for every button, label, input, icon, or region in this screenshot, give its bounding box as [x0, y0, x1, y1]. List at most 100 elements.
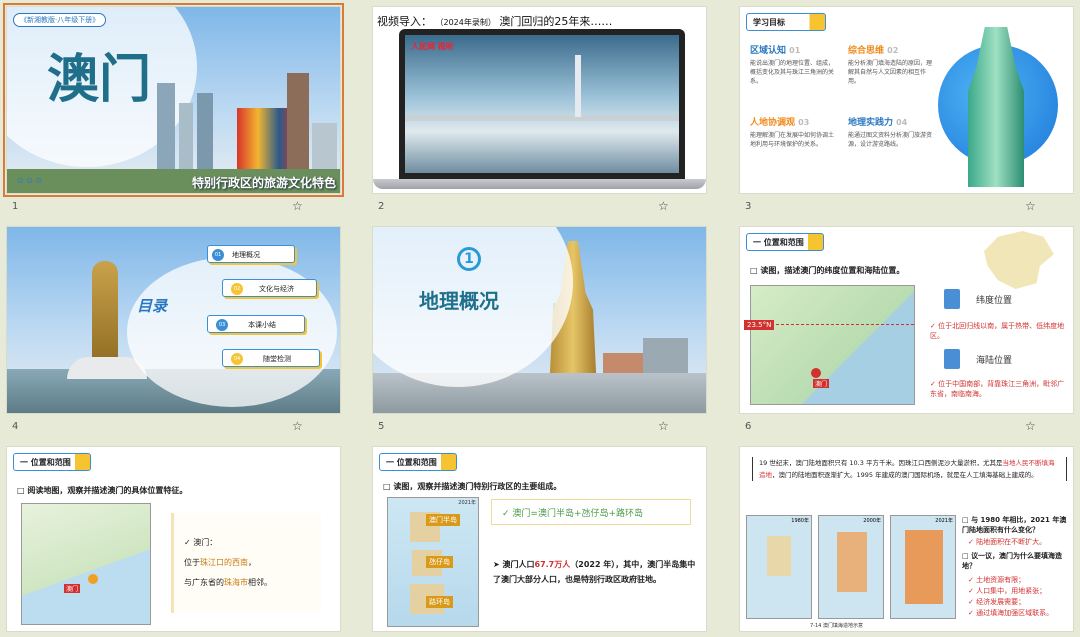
- video-title-label: 视频导入：: [377, 15, 432, 28]
- latitude-answer: ✓ 位于北回归线以南，属于热带、低纬度地区。: [930, 322, 1065, 340]
- toc-item-number: 02: [231, 283, 243, 295]
- latitude-label: 23.5°N: [744, 320, 775, 330]
- pager-dots: ⊙ ⊙ ⊙: [17, 176, 43, 185]
- slide-number: 3: [745, 201, 752, 212]
- goal-item: 地理实践力 04 能通过图文资料分析澳门旅游资源，设计游览路线。: [848, 115, 936, 149]
- toc-item-label: 地理概况: [232, 251, 260, 259]
- slide-thumbnail-7[interactable]: 一 位置和范围 □ 阅读地图，观察并描述澳门的具体位置特征。 澳门 ✓ 澳门： …: [6, 446, 341, 632]
- map-2021: 2021年: [890, 515, 956, 619]
- formula-text: 澳门=澳门半岛+氹仔岛+路环岛: [512, 509, 644, 519]
- map-year: 2021年: [458, 500, 476, 506]
- slide-thumbnail-6[interactable]: 一 位置和范围 □ 读图，描述澳门的纬度位置和海陆位置。 澳门 23.5°N 纬…: [739, 226, 1074, 414]
- slide-thumbnail-1[interactable]: 《新湘教版·八年级下册》 澳门 特别行政区的旅游文化特色 ⊙ ⊙ ⊙: [3, 3, 344, 197]
- question-label: 读图，描述澳门的纬度位置和海陆位置。: [760, 266, 905, 275]
- slide-thumbnail-2[interactable]: 视频导入： （2024年录制） 澳门回归的25年来…… 人民网 视听: [372, 6, 707, 194]
- sea-land-text: 位于中国南部，背靠珠江三角洲，毗邻广东省，南临南海。: [930, 380, 1065, 398]
- answer-heading: 澳门：: [193, 538, 218, 547]
- location-map: 澳门: [21, 503, 151, 625]
- land-shape: [837, 532, 867, 592]
- slide-thumbnail-4[interactable]: 目录 01 地理概况 02 文化与经济 03 本课小结 04 随堂检测: [6, 226, 341, 414]
- location-pin-icon: [88, 574, 98, 584]
- goal-title: 综合思维: [848, 46, 885, 56]
- toc-item[interactable]: 02 文化与经济: [222, 279, 317, 297]
- goal-text: 能说出澳门的地理位置、组成，概括变化及其与珠江三角洲的关系。: [750, 60, 835, 85]
- goal-number: 03: [798, 118, 810, 127]
- slide-number: 2: [378, 201, 385, 212]
- star-icon[interactable]: ☆: [658, 419, 669, 433]
- intro-text: ，澳门的陆地面积逐渐扩大。1995 年建成的澳门国际机场，就是在人工填海基础上建…: [772, 471, 1038, 479]
- answer-text: 与广东省的: [184, 578, 224, 587]
- star-icon[interactable]: ☆: [292, 199, 303, 213]
- population-label: 澳门人口: [502, 560, 535, 569]
- goal-title: 区域认知: [750, 46, 787, 56]
- slide-title: 澳门: [47, 49, 152, 110]
- question-label: 与 1980 年相比，2021 年澳门陆地面积有什么变化？: [962, 516, 1067, 534]
- answer-text: 相邻。: [248, 578, 272, 587]
- map-year: 2000年: [863, 518, 881, 524]
- slide-number: 5: [378, 421, 385, 432]
- answer-text: 陆地面积在不断扩大。: [976, 538, 1047, 546]
- answer-item: 经济发展需要；: [976, 598, 1026, 606]
- question-label: 议一议，澳门为什么要填海造地？: [962, 552, 1063, 570]
- toc-title: 目录: [137, 297, 168, 315]
- video-year: （2024年录制）: [435, 18, 496, 27]
- slide-thumbnail-8[interactable]: 一 位置和范围 □ 读图，观察并描述澳门特别行政区的主要组成。 2021年 澳门…: [372, 446, 707, 632]
- intro-paragraph: 19 世纪末，澳门陆地面积只有 10.3 平方千米。因珠江口西侧泥沙大量淤积，尤…: [752, 457, 1067, 481]
- goal-text: 能通过图文资料分析澳门旅游资源，设计游览路线。: [848, 132, 933, 148]
- laptop-base: [373, 179, 706, 189]
- answer-item: 人口集中，用地紧张；: [976, 587, 1047, 595]
- star-icon[interactable]: ☆: [1025, 199, 1036, 213]
- q2: □ 议一议，澳门为什么要填海造地？: [962, 552, 1063, 570]
- toc-item[interactable]: 01 地理概况: [207, 245, 295, 263]
- toc-item-label: 文化与经济: [259, 285, 294, 293]
- answer-highlight: 珠江口的西南: [200, 558, 248, 567]
- question-text: □ 读图，描述澳门的纬度位置和海陆位置。: [750, 266, 905, 275]
- slide-thumbnail-9[interactable]: 19 世纪末，澳门陆地面积只有 10.3 平方千米。因珠江口西侧泥沙大量淤积，尤…: [739, 446, 1074, 632]
- goal-number: 04: [896, 118, 908, 127]
- land-shape: [905, 530, 943, 604]
- question-text: □ 读图，观察并描述澳门特别行政区的主要组成。: [383, 482, 562, 491]
- intro-text: 19 世纪末，澳门陆地面积只有 10.3 平方千米。因珠江口西侧泥沙大量淤积，尤…: [759, 459, 1003, 467]
- land-shape: [767, 536, 791, 576]
- latitude-heading: 纬度位置: [976, 296, 1013, 306]
- star-icon[interactable]: ☆: [1025, 419, 1036, 433]
- toc-item-label: 本课小结: [248, 321, 276, 329]
- section-title: 地理概况: [419, 289, 499, 313]
- map-label: 澳门: [64, 584, 81, 593]
- tropic-line: [751, 324, 914, 325]
- formula-box: ✓ 澳门=澳门半岛+氹仔岛+路环岛: [491, 499, 691, 525]
- goals-list: 区域认知 01 能说出澳门的地理位置、组成，概括变化及其与珠江三角洲的关系。 综…: [750, 43, 932, 183]
- textbook-tag: 《新湘教版·八年级下册》: [13, 13, 107, 27]
- slide-thumbnail-5[interactable]: 1 地理概况: [372, 226, 707, 414]
- answer-text: 位于: [184, 558, 200, 567]
- logo: 人民网 视听: [411, 42, 454, 51]
- location-pin-icon: [811, 368, 821, 378]
- figure-caption: 7-14 澳门填海造地示意: [810, 623, 863, 629]
- goal-item: 区域认知 01 能说出澳门的地理位置、组成，概括变化及其与珠江三角洲的关系。: [750, 43, 838, 86]
- goal-text: 能分析澳门填海造陆的原因，理解其自然与人文因素的相互作用。: [848, 60, 933, 85]
- goal-text: 能理解澳门在发展中如何协调土地利用与环境保护的关系。: [750, 132, 835, 148]
- question-label: 阅读地图，观察并描述澳门的具体位置特征。: [27, 486, 188, 495]
- star-icon[interactable]: ☆: [658, 199, 669, 213]
- slide-subtitle: 特别行政区的旅游文化特色: [191, 176, 336, 190]
- toc-item-number: 04: [231, 353, 243, 365]
- goal-item: 综合思维 02 能分析澳门填海造陆的原因，理解其自然与人文因素的相互作用。: [848, 43, 936, 86]
- toc-item[interactable]: 04 随堂检测: [222, 349, 320, 367]
- goal-title: 人地协调观: [750, 118, 796, 128]
- goal-item: 人地协调观 03 能理解澳门在发展中如何协调土地利用与环境保护的关系。: [750, 115, 838, 149]
- toc-item[interactable]: 03 本课小结: [207, 315, 305, 333]
- goal-number: 01: [789, 46, 801, 55]
- slide-number: 4: [12, 421, 19, 432]
- region-map: 澳门: [750, 285, 915, 405]
- star-icon[interactable]: ☆: [292, 419, 303, 433]
- sea-land-heading: 海陆位置: [976, 356, 1013, 366]
- latitude-text: 位于北回归线以南，属于热带、低纬度地区。: [930, 322, 1065, 340]
- goal-number: 02: [887, 46, 899, 55]
- laptop-screen[interactable]: 人民网 视听: [399, 29, 685, 179]
- map-2000: 2000年: [818, 515, 884, 619]
- slide-thumbnail-3[interactable]: 学习目标 区域认知 01 能说出澳门的地理位置、组成，概括变化及其与珠江三角洲的…: [739, 6, 1074, 194]
- section-tag: 一 位置和范围: [379, 453, 457, 471]
- map-year: 2021年: [935, 518, 953, 524]
- section-tag: 一 位置和范围: [13, 453, 91, 471]
- map-1980: 1980年: [746, 515, 812, 619]
